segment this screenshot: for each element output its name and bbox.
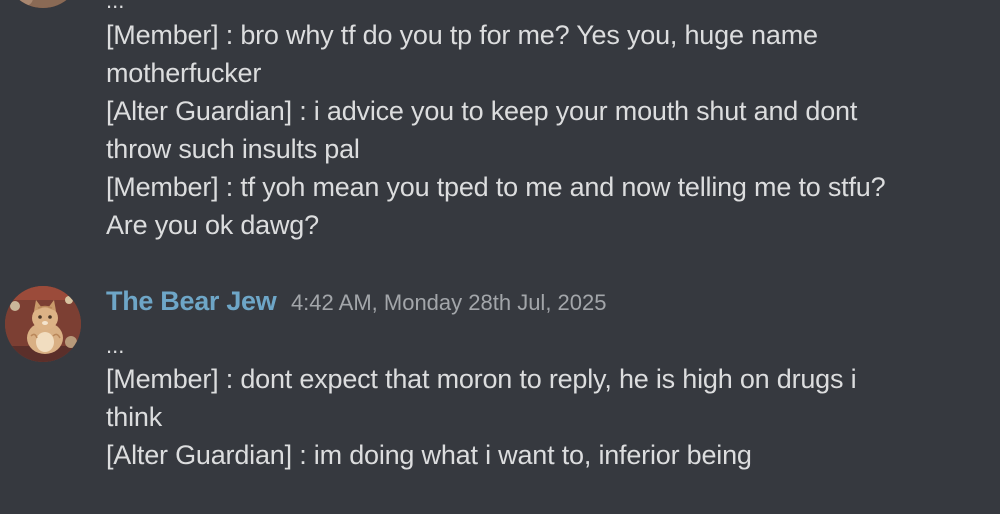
user-avatar[interactable] <box>5 0 81 8</box>
message-line: [Member] : bro why tf do you tp for me? … <box>106 20 818 50</box>
message-group: ... [Member] : dont expect that moron to… <box>106 333 986 474</box>
message-header: The Bear Jew 4:42 AM, Monday 28th Jul, 2… <box>106 286 606 317</box>
message-line: throw such insults pal <box>106 134 360 164</box>
message-line: think <box>106 402 163 432</box>
message-timestamp: 4:42 AM, Monday 28th Jul, 2025 <box>290 290 607 315</box>
message-preview-ellipsis: ... <box>106 333 125 358</box>
message-line: [Member] : tf yoh mean you tped to me an… <box>106 172 886 202</box>
message-line: [Alter Guardian] : im doing what i want … <box>106 440 752 470</box>
author-name[interactable]: The Bear Jew <box>106 286 277 316</box>
chat-message-list: ... [Member] : bro why tf do you tp for … <box>0 0 1000 514</box>
user-avatar[interactable] <box>5 286 81 362</box>
message-group: ... [Member] : bro why tf do you tp for … <box>106 0 986 244</box>
message-line: [Member] : dont expect that moron to rep… <box>106 364 857 394</box>
message-preview-ellipsis: ... <box>106 0 125 13</box>
message-line: Are you ok dawg? <box>106 210 319 240</box>
message-line: motherfucker <box>106 58 262 88</box>
message-line: [Alter Guardian] : i advice you to keep … <box>106 96 858 126</box>
